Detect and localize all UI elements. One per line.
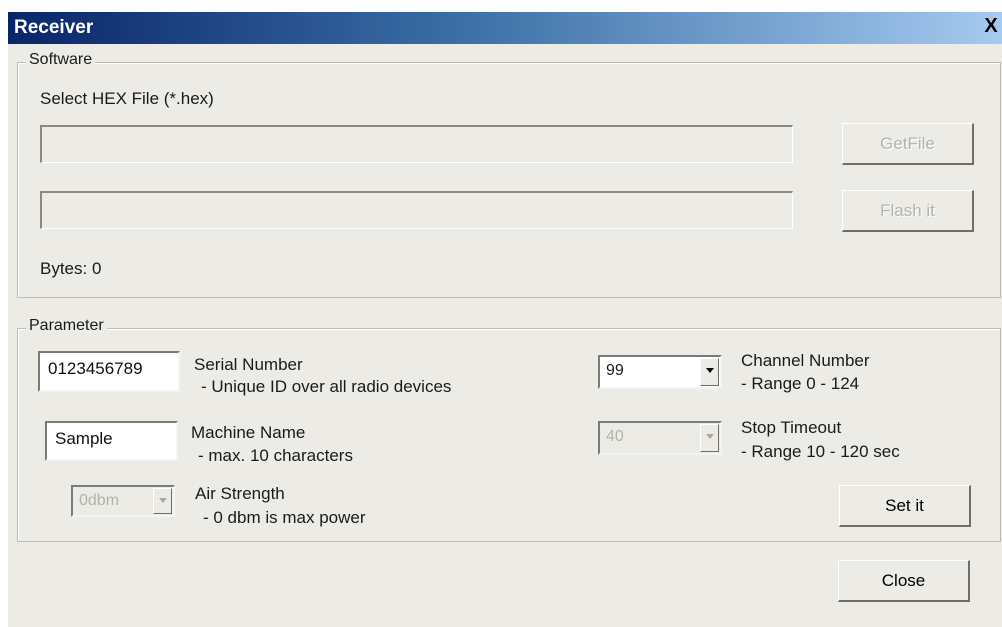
channel-number-value: 99 <box>606 362 624 379</box>
set-it-button[interactable]: Set it <box>839 485 971 527</box>
stop-timeout-value: 40 <box>606 428 624 445</box>
serial-number-input[interactable]: 0123456789 <box>38 351 180 392</box>
air-strength-select[interactable]: 0dbm <box>71 485 175 517</box>
flash-progress-field <box>40 191 793 229</box>
close-button[interactable]: Close <box>838 560 970 602</box>
close-icon[interactable]: X <box>980 15 1002 37</box>
parameter-legend: Parameter <box>26 317 107 335</box>
chevron-down-icon[interactable] <box>700 424 719 452</box>
bytes-count-label: Bytes: 0 <box>40 259 102 278</box>
getfile-button[interactable]: GetFile <box>842 123 974 165</box>
chevron-down-icon[interactable] <box>153 488 172 514</box>
stop-timeout-label: Stop Timeout <box>741 418 842 437</box>
serial-number-hint: - Unique ID over all radio devices <box>201 377 452 396</box>
machine-name-input[interactable]: Sample <box>45 421 178 461</box>
file-path-field[interactable] <box>40 125 793 163</box>
title-bar[interactable]: Receiver X <box>8 12 1002 44</box>
parameter-group: Parameter 0123456789 Serial Number - Uni… <box>17 317 1001 542</box>
air-strength-hint: - 0 dbm is max power <box>203 508 366 527</box>
flash-it-button[interactable]: Flash it <box>842 190 974 232</box>
receiver-window: Receiver X Software Select HEX File (*.h… <box>8 12 1002 627</box>
software-group: Software Select HEX File (*.hex) GetFile… <box>17 51 1001 298</box>
chevron-down-icon[interactable] <box>700 358 719 386</box>
stop-timeout-select[interactable]: 40 <box>598 421 722 455</box>
window-title: Receiver <box>14 17 94 38</box>
stop-timeout-hint: - Range 10 - 120 sec <box>741 442 900 461</box>
air-strength-label: Air Strength <box>195 484 285 503</box>
channel-number-label: Channel Number <box>741 351 870 370</box>
channel-number-select[interactable]: 99 <box>598 355 722 389</box>
machine-name-label: Machine Name <box>191 423 306 442</box>
air-strength-value: 0dbm <box>79 492 120 509</box>
select-hex-label: Select HEX File (*.hex) <box>40 89 214 108</box>
serial-number-label: Serial Number <box>194 355 303 374</box>
software-legend: Software <box>26 51 96 69</box>
machine-name-hint: - max. 10 characters <box>198 446 353 465</box>
channel-number-hint: - Range 0 - 124 <box>741 374 860 393</box>
